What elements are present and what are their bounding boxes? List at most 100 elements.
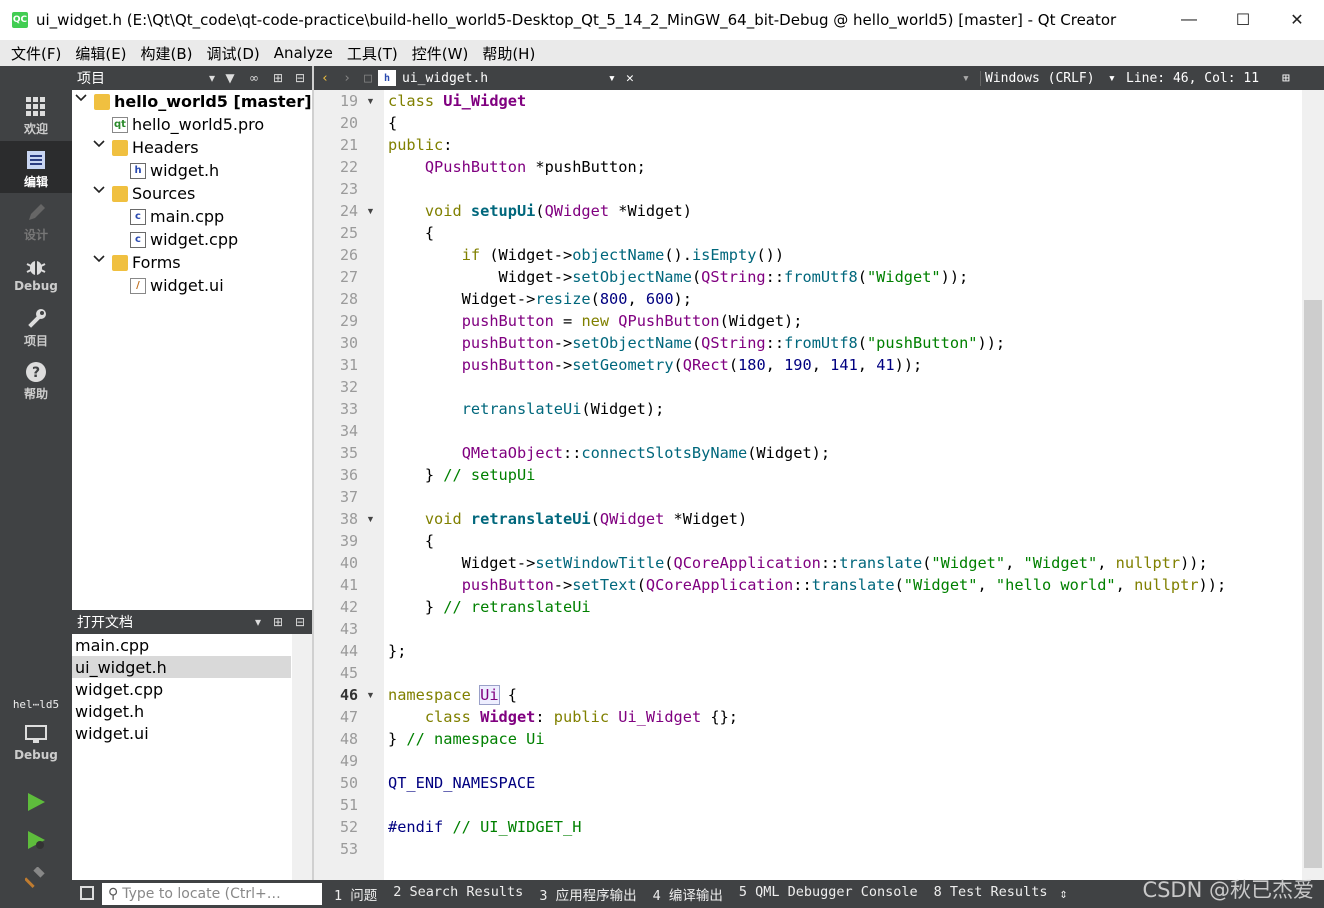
code-line[interactable]: void retranslateUi(QWidget *Widget) xyxy=(388,508,747,530)
open-document-item[interactable]: widget.cpp xyxy=(72,678,312,700)
mode-button-6[interactable]: ? 帮助 xyxy=(0,353,72,405)
tree-item[interactable]: Forms xyxy=(92,251,181,274)
code-line[interactable]: void setupUi(QWidget *Widget) xyxy=(388,200,692,222)
file-dropdown-icon[interactable]: ▾ xyxy=(608,71,626,86)
tree-item[interactable]: Sources xyxy=(92,182,195,205)
build-button[interactable] xyxy=(24,866,48,890)
menu-item[interactable]: 编辑(E) xyxy=(68,43,133,64)
tree-item[interactable]: h widget.h xyxy=(110,159,219,182)
code-line[interactable]: QMetaObject::connectSlotsByName(Widget); xyxy=(388,442,830,464)
fold-marker-icon[interactable]: ▼ xyxy=(366,200,375,222)
output-pane-tab[interactable]: 2 Search Results xyxy=(385,884,531,904)
code-line[interactable]: namespace Ui { xyxy=(388,684,517,706)
menu-item[interactable]: Analyze xyxy=(267,44,340,62)
mode-button-1[interactable]: 欢迎 xyxy=(0,88,72,140)
code-line[interactable]: Widget->setWindowTitle(QCoreApplication:… xyxy=(388,552,1208,574)
output-pane-arrows-icon[interactable]: ⇕ xyxy=(1059,886,1067,902)
code-line[interactable]: class Widget: public Ui_Widget {}; xyxy=(388,706,738,728)
kit-selector-label[interactable]: hel⋯ld5 xyxy=(0,698,72,711)
code-line[interactable]: QT_END_NAMESPACE xyxy=(388,772,535,794)
symbol-dropdown-icon[interactable]: ▾ xyxy=(962,71,980,86)
tree-item[interactable]: / widget.ui xyxy=(110,274,224,297)
locator-input[interactable]: ⚲ Type to locate (Ctrl+… xyxy=(102,883,322,905)
output-pane-tab[interactable]: 4 编译输出 xyxy=(645,884,731,904)
code-line[interactable]: pushButton->setGeometry(QRect(180, 190, … xyxy=(388,354,923,376)
filter-icon[interactable]: ▼ xyxy=(220,66,240,90)
tree-item[interactable]: c widget.cpp xyxy=(110,228,238,251)
open-docs-scrollbar[interactable] xyxy=(292,634,312,880)
fold-marker-icon[interactable]: ▼ xyxy=(366,90,375,112)
code-line[interactable]: public: xyxy=(388,134,452,156)
fold-marker-icon[interactable]: ▼ xyxy=(366,684,375,706)
mode-button-2[interactable]: 编辑 xyxy=(0,141,72,193)
code-line[interactable]: }; xyxy=(388,640,406,662)
cursor-position[interactable]: Line: 46, Col: 11 xyxy=(1126,71,1282,86)
line-ending-selector[interactable]: Windows (CRLF) xyxy=(980,70,1108,86)
mode-button-5[interactable]: 项目 xyxy=(0,300,72,352)
code-line[interactable]: if (Widget->objectName().isEmpty()) xyxy=(388,244,784,266)
close-document-icon[interactable]: ✕ xyxy=(626,71,644,86)
menu-item[interactable]: 文件(F) xyxy=(4,43,68,64)
code-line[interactable]: Widget->setObjectName(QString::fromUtf8(… xyxy=(388,266,969,288)
code-line[interactable]: { xyxy=(388,222,434,244)
run-button[interactable] xyxy=(24,790,48,814)
code-line[interactable]: QPushButton *pushButton; xyxy=(388,156,646,178)
maximize-button[interactable]: ☐ xyxy=(1216,0,1270,40)
code-line[interactable]: } // namespace Ui xyxy=(388,728,545,750)
code-line[interactable]: { xyxy=(388,530,434,552)
tree-item[interactable]: c main.cpp xyxy=(110,205,224,228)
code-line[interactable]: retranslateUi(Widget); xyxy=(388,398,665,420)
code-line[interactable]: Widget->resize(800, 600); xyxy=(388,288,692,310)
split-icon[interactable]: ⊞ xyxy=(268,66,288,90)
split-icon[interactable]: ⊞ xyxy=(268,610,288,634)
menu-item[interactable]: 构建(B) xyxy=(134,43,200,64)
toggle-sidebar-icon[interactable] xyxy=(80,886,94,900)
tree-item[interactable]: Headers xyxy=(92,136,199,159)
output-pane-tab[interactable]: 8 Test Results xyxy=(926,884,1056,904)
open-document-item[interactable]: main.cpp xyxy=(72,634,312,656)
open-document-item[interactable]: widget.h xyxy=(72,700,312,722)
code-line[interactable]: } // retranslateUi xyxy=(388,596,591,618)
open-document-item[interactable]: ui_widget.h xyxy=(72,656,291,678)
code-line[interactable]: pushButton = new QPushButton(Widget); xyxy=(388,310,803,332)
mode-button-3[interactable]: 设计 xyxy=(0,194,72,246)
output-pane-tab[interactable]: 5 QML Debugger Console xyxy=(731,884,926,904)
back-arrow-icon[interactable]: ‹ xyxy=(314,71,336,86)
code-line[interactable]: { xyxy=(388,112,397,134)
expand-arrow-icon[interactable] xyxy=(92,253,106,266)
tree-item[interactable]: qt hello_world5.pro xyxy=(92,113,264,136)
panel-type-dropdown-icon[interactable]: ▾ xyxy=(202,66,222,90)
code-line[interactable]: #endif // UI_WIDGET_H xyxy=(388,816,581,838)
code-line[interactable]: } // setupUi xyxy=(388,464,536,486)
menu-item[interactable]: 调试(D) xyxy=(200,43,267,64)
close-panel-icon[interactable]: ⊟ xyxy=(290,66,310,90)
forward-arrow-icon[interactable]: › xyxy=(336,71,358,86)
menu-item[interactable]: 控件(W) xyxy=(405,43,476,64)
split-editor-icon[interactable]: ⊞ xyxy=(1282,71,1302,86)
menu-item[interactable]: 工具(T) xyxy=(340,43,405,64)
menu-item[interactable]: 帮助(H) xyxy=(475,43,542,64)
code-editor[interactable]: class Ui_Widget {public: QPushButton *pus… xyxy=(384,90,1302,880)
code-line[interactable]: pushButton->setText(QCoreApplication::tr… xyxy=(388,574,1226,596)
open-document-item[interactable]: widget.ui xyxy=(72,722,312,744)
fold-marker-icon[interactable]: ▼ xyxy=(366,508,375,530)
minimize-button[interactable]: — xyxy=(1162,0,1216,40)
debug-run-button[interactable] xyxy=(24,828,48,852)
editor-scrollbar-thumb[interactable] xyxy=(1304,300,1322,868)
code-line[interactable]: class Ui_Widget xyxy=(388,90,526,112)
open-docs-dropdown-icon[interactable]: ▾ xyxy=(248,610,268,634)
close-panel-icon[interactable]: ⊟ xyxy=(290,610,310,634)
mode-button-4[interactable]: Debug xyxy=(0,247,72,299)
output-pane-tab[interactable]: 3 应用程序输出 xyxy=(531,884,644,904)
editor-scrollbar[interactable] xyxy=(1302,90,1324,880)
tree-item[interactable]: hello_world5 [master] xyxy=(74,90,312,113)
expand-arrow-icon[interactable] xyxy=(92,184,106,197)
line-ending-dropdown-icon[interactable]: ▾ xyxy=(1108,71,1126,86)
close-button[interactable]: ✕ xyxy=(1270,0,1324,40)
output-pane-tab[interactable]: 1 问题 xyxy=(326,884,385,904)
expand-arrow-icon[interactable] xyxy=(92,138,106,151)
expand-arrow-icon[interactable] xyxy=(74,92,88,105)
kit-selector-button[interactable]: Debug xyxy=(0,716,72,774)
editor-file-name[interactable]: ui_widget.h xyxy=(402,71,608,86)
code-line[interactable]: pushButton->setObjectName(QString::fromU… xyxy=(388,332,1005,354)
